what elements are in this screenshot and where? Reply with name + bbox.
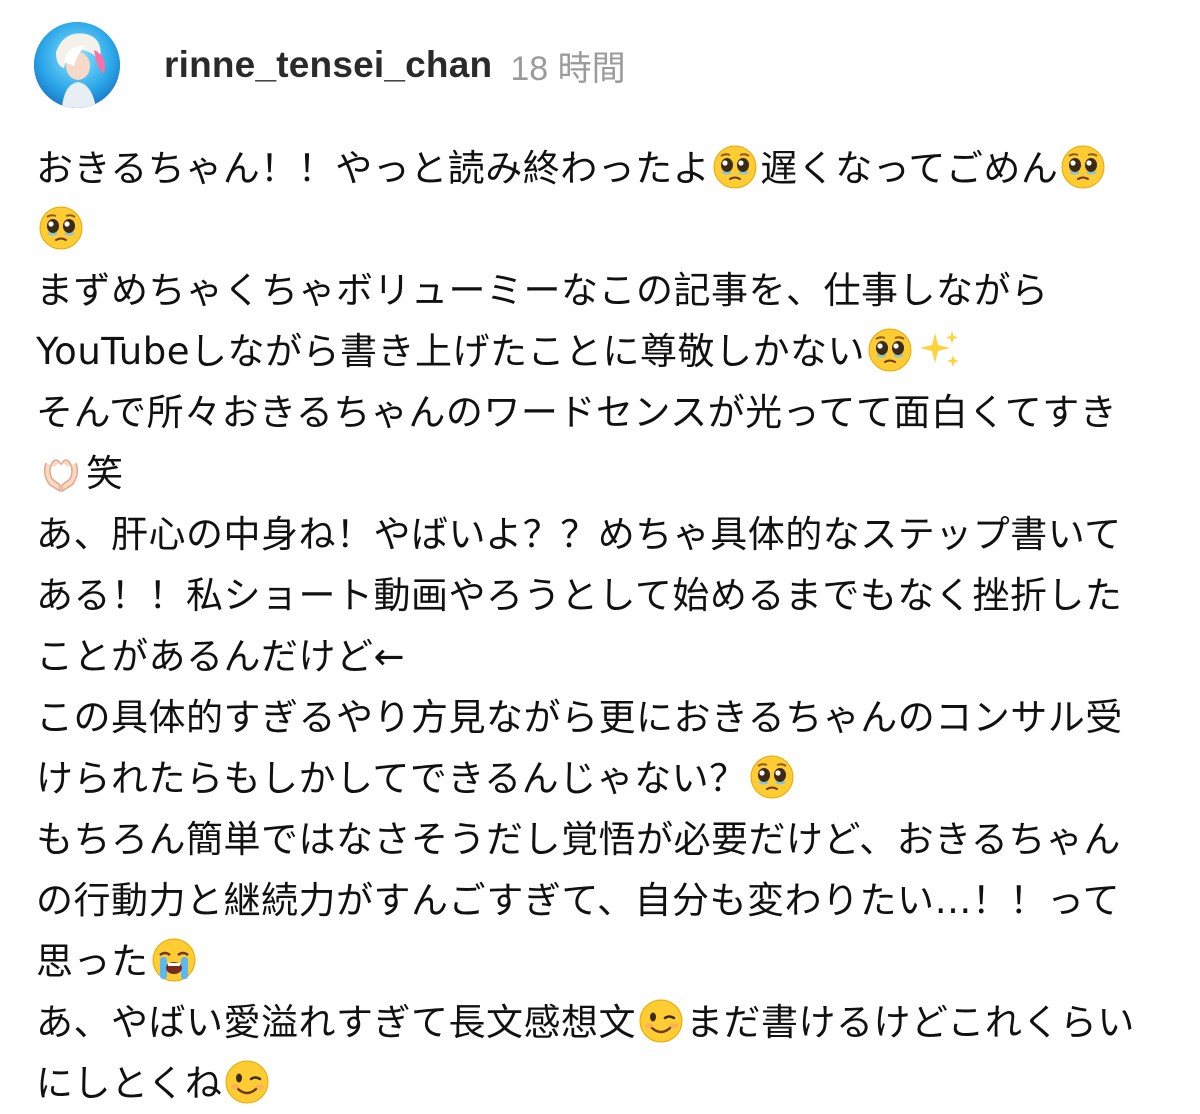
comment-text: 遅くなってごめん: [760, 147, 1059, 190]
comment-line: あ、肝心の中身ね！やばいよ？？めちゃ具体的なステップ書いて: [36, 504, 1176, 565]
pleading-face-emoji: [1060, 144, 1106, 190]
comment-line: あ、やばい愛溢れすぎて長文感想文 まだ書けるけどこれくらい: [36, 992, 1176, 1053]
comment-text: の行動力と継続力がすんごすぎて、自分も変わりたい…！！って: [36, 879, 1121, 922]
comment-line: まずめちゃくちゃボリューミーなこの記事を、仕事しながら: [36, 260, 1176, 321]
comment-text: ある！！私ショート動画やろうとして始めるまでもなく挫折した: [36, 574, 1123, 617]
comment-line: にしとくね: [36, 1053, 1176, 1114]
heart-hands-emoji: [38, 449, 84, 495]
comment-line: この具体的すぎるやり方見ながら更におきるちゃんのコンサル受: [36, 687, 1176, 748]
comment-text: まずめちゃくちゃボリューミーなこの記事を、仕事しながら: [36, 269, 1049, 312]
comment-text: YouTubeしながら書き上げたことに尊敬しかない: [36, 330, 865, 373]
pleading-face-emoji: [712, 144, 758, 190]
comment-line: もちろん簡単ではなさそうだし覚悟が必要だけど、おきるちゃん: [36, 809, 1176, 870]
comment-text: ことがあるんだけど←: [36, 635, 406, 678]
timestamp: 18 時間: [510, 49, 626, 88]
comment-text: にしとくね: [36, 1062, 223, 1105]
winking-face-emoji: [224, 1059, 270, 1105]
comment-line: ことがあるんだけど←: [36, 626, 1176, 687]
username[interactable]: rinne_tensei_chan: [164, 44, 492, 86]
comment-text: 思った: [36, 940, 149, 983]
comment-line: そんで所々おきるちゃんのワードセンスが光ってて面白くてすき: [36, 382, 1176, 443]
pleading-face-emoji: [749, 754, 795, 800]
comment-body: おきるちゃん！！やっと読み終わったよ 遅くなってごめん まずめちゃくちゃボリュー…: [36, 138, 1176, 1114]
pleading-face-emoji: [38, 205, 84, 251]
comment-line: の行動力と継続力がすんごすぎて、自分も変わりたい…！！って: [36, 870, 1176, 931]
comment-text: この具体的すぎるやり方見ながら更におきるちゃんのコンサル受: [36, 696, 1123, 739]
comment-text: 笑: [86, 452, 124, 495]
avatar[interactable]: [34, 22, 120, 108]
comment-line: [36, 199, 1176, 260]
avatar-illustration: [34, 22, 120, 108]
comment-text: まだ書けるけどこれくらい: [686, 1001, 1135, 1044]
pleading-face-emoji: [867, 327, 913, 373]
comment-line: 思った: [36, 931, 1176, 992]
sparkles-emoji: [917, 327, 963, 373]
comment-text: おきるちゃん！！やっと読み終わったよ: [36, 147, 711, 190]
loudly-crying-face-emoji: [151, 937, 197, 983]
comment-text: そんで所々おきるちゃんのワードセンスが光ってて面白くてすき: [36, 391, 1118, 434]
comment-header: rinne_tensei_chan 18 時間: [34, 22, 626, 108]
comment-text: もちろん簡単ではなさそうだし覚悟が必要だけど、おきるちゃん: [36, 818, 1121, 861]
comment-line: YouTubeしながら書き上げたことに尊敬しかない: [36, 321, 1176, 382]
comment-line: おきるちゃん！！やっと読み終わったよ 遅くなってごめん: [36, 138, 1176, 199]
comment-text: あ、やばい愛溢れすぎて長文感想文: [36, 1001, 636, 1044]
comment-line: 笑: [36, 443, 1176, 504]
comment-line: けられたらもしかしてできるんじゃない？: [36, 748, 1176, 809]
comment-text: あ、肝心の中身ね！やばいよ？？めちゃ具体的なステップ書いて: [36, 513, 1122, 556]
winking-face-emoji: [638, 998, 684, 1044]
comment-line: ある！！私ショート動画やろうとして始めるまでもなく挫折した: [36, 565, 1176, 626]
comment-text: けられたらもしかしてできるんじゃない？: [36, 757, 747, 800]
